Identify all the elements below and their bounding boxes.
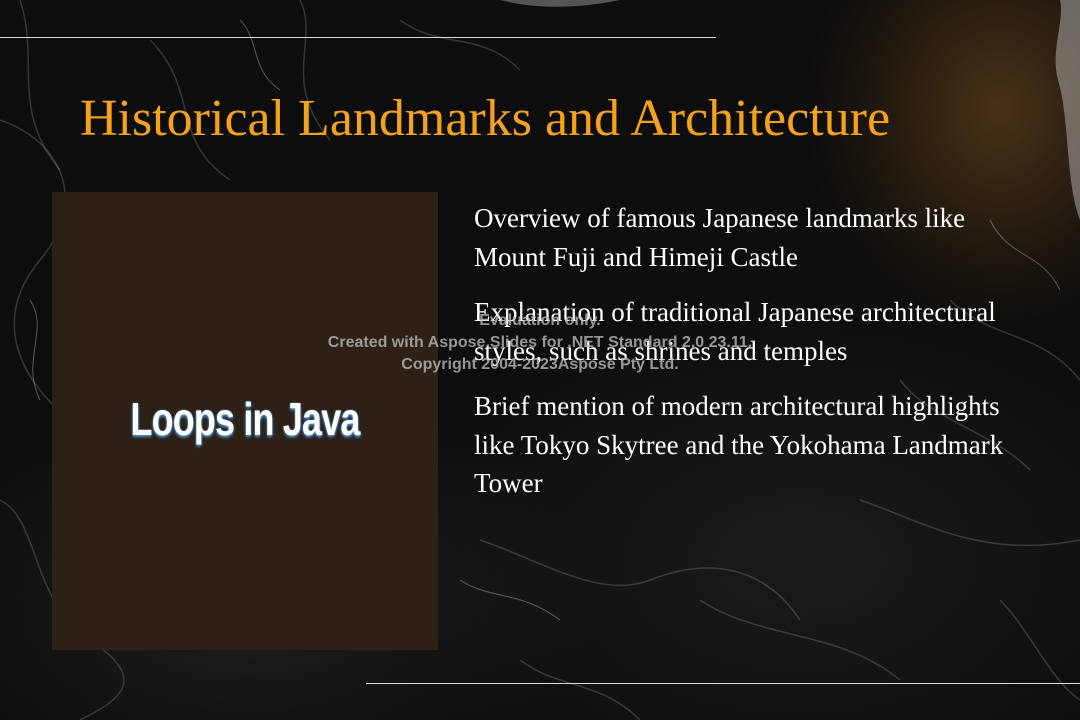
- slide-title: Historical Landmarks and Architecture: [80, 90, 891, 147]
- watermark-line-1: Evaluation only.: [479, 312, 601, 329]
- watermark-line-2: Created with Aspose.Slides for .NET Stan…: [327, 334, 753, 351]
- watermark-line-3: Copyright 2004-2023Aspose Pty Ltd.: [401, 356, 679, 373]
- bullet-item: Overview of famous Japanese landmarks li…: [474, 203, 966, 272]
- top-divider-line: [0, 37, 716, 38]
- slide-picture: Loops in Java: [52, 192, 438, 650]
- picture-caption: Loops in Java: [130, 393, 360, 445]
- bullet-item: Brief mention of modern architectural hi…: [474, 391, 1004, 498]
- evaluation-watermark: Evaluation only. Created with Aspose.Sli…: [290, 310, 790, 376]
- bottom-divider-line: [366, 683, 1080, 684]
